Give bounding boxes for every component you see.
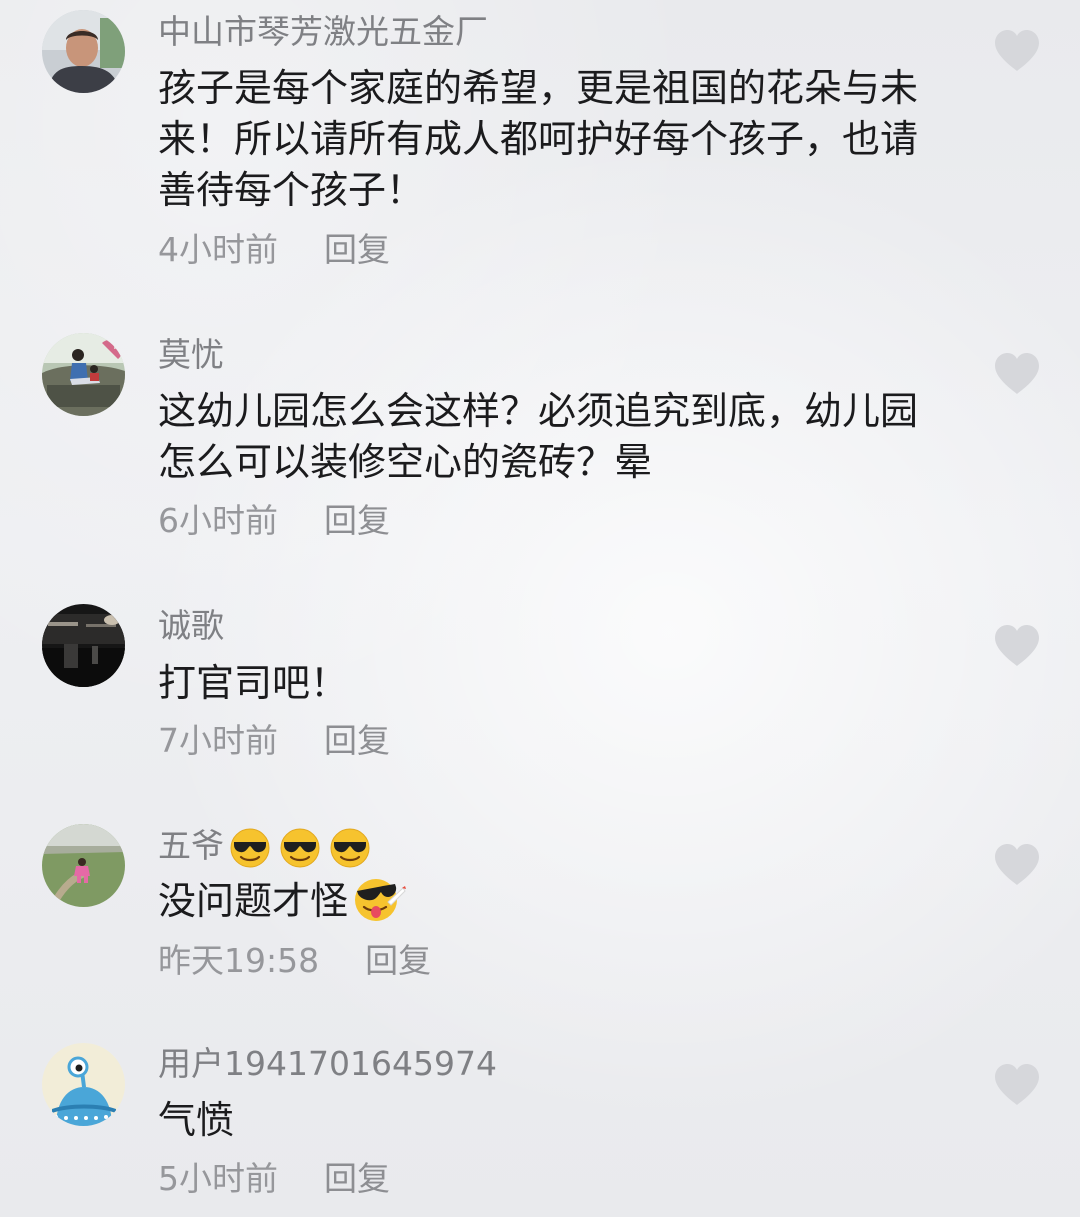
- comment-time: 6小时前: [158, 501, 278, 540]
- heart-icon[interactable]: [993, 1063, 1041, 1107]
- comment-text: 这幼儿园怎么会这样？必须追究到底，幼儿园怎么可以装修空心的瓷砖？晕: [158, 389, 919, 484]
- comment-time: 4小时前: [158, 230, 278, 269]
- comment-username[interactable]: 中山市琴芳激光五金厂: [158, 12, 488, 52]
- heart-icon[interactable]: [993, 624, 1041, 668]
- comment-meta: 昨天19:58 回复: [158, 941, 431, 981]
- comment-text-content: 没问题才怪: [158, 879, 349, 923]
- comment-username[interactable]: 五爷: [158, 825, 370, 868]
- person-avatar-icon[interactable]: [42, 10, 125, 93]
- reply-button[interactable]: 回复: [365, 941, 431, 980]
- night-scene-avatar-icon[interactable]: [42, 604, 125, 687]
- reply-button[interactable]: 回复: [324, 501, 390, 540]
- comment-username[interactable]: 莫忧: [158, 335, 224, 375]
- sunglasses-emoji: [230, 828, 270, 868]
- sunglasses-tongue-emoji: [350, 874, 406, 922]
- comment-meta: 5小时前 回复: [158, 1159, 390, 1199]
- heart-icon[interactable]: [993, 843, 1041, 887]
- comment-username-text: 五爷: [158, 826, 224, 865]
- heart-icon[interactable]: [993, 29, 1041, 73]
- comment-meta: 4小时前 回复: [158, 230, 390, 270]
- comment-time: 5小时前: [158, 1159, 278, 1198]
- sunglasses-emoji: [280, 828, 320, 868]
- comment-text: 孩子是每个家庭的希望，更是祖国的花朵与未来！所以请所有成人都呵护好每个孩子，也请…: [158, 66, 919, 212]
- sunglasses-emoji: [330, 828, 370, 868]
- comment-username[interactable]: 诚歌: [158, 606, 224, 646]
- reply-button[interactable]: 回复: [324, 230, 390, 269]
- blue-alien-avatar-icon[interactable]: [42, 1043, 125, 1126]
- comment-meta: 7小时前 回复: [158, 721, 390, 761]
- comment-text: 气愤: [158, 1098, 235, 1142]
- comment-username[interactable]: 用户1941701645974: [158, 1044, 497, 1084]
- comment-text: 打官司吧！: [158, 661, 349, 705]
- child-on-grass-avatar-icon[interactable]: [42, 824, 125, 907]
- comment-meta: 6小时前 回复: [158, 501, 390, 541]
- comment-time: 7小时前: [158, 721, 278, 760]
- reply-button[interactable]: 回复: [324, 1159, 390, 1198]
- comment-text: 没问题才怪: [158, 874, 948, 927]
- comment-time: 昨天19:58: [158, 941, 320, 980]
- heart-icon[interactable]: [993, 352, 1041, 396]
- photo-avatar-icon[interactable]: [42, 333, 125, 416]
- reply-button[interactable]: 回复: [324, 721, 390, 760]
